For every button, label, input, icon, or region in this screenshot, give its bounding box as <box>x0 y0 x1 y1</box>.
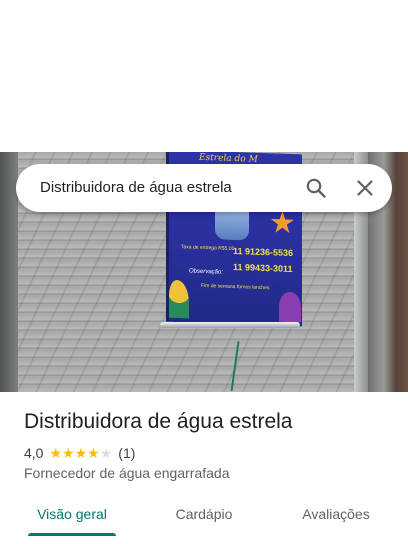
rating-value: 4,0 <box>24 445 44 461</box>
place-tabs: Visão geral Cardápio Avaliações <box>0 496 408 544</box>
map-blank-area <box>0 0 408 152</box>
place-title: Distribuidora de água estrela <box>24 410 293 433</box>
star-filled-icon: ★ <box>49 445 63 461</box>
banner-weekend-note: Fim de semana fornos lanches <box>201 282 270 292</box>
rating-count[interactable]: (1) <box>118 445 135 461</box>
banner-seaweed-decoration <box>169 279 189 319</box>
banner-observation: Observação: <box>189 268 224 276</box>
active-tab-indicator <box>28 533 116 536</box>
rating-stars: ★ ★ ★ ★ ★ <box>49 446 112 460</box>
search-icon[interactable] <box>304 176 328 200</box>
star-filled-icon: ★ <box>74 445 88 461</box>
star-filled-icon: ★ <box>62 445 75 461</box>
rating-row[interactable]: 4,0 ★ ★ ★ ★ ★ (1) <box>24 444 135 462</box>
banner-phone-2: 11 99433-3011 <box>233 261 293 275</box>
search-input[interactable]: Distribuidora de água estrela <box>40 179 232 196</box>
banner-coral-decoration <box>279 291 301 323</box>
tab-reviews[interactable]: Avaliações <box>290 496 382 536</box>
banner-hanging-bar <box>160 322 300 328</box>
place-category[interactable]: Fornecedor de água engarrafada <box>24 465 229 481</box>
star-filled-icon: ★ <box>87 445 100 461</box>
close-icon[interactable] <box>353 176 377 200</box>
star-empty-icon: ★ <box>99 445 113 461</box>
search-bar[interactable]: Distribuidora de água estrela <box>16 164 392 212</box>
tab-menu[interactable]: Cardápio <box>156 496 252 536</box>
banner-phone-1: 11 91236-5536 <box>233 245 294 259</box>
tab-overview[interactable]: Visão geral <box>28 496 116 536</box>
banner-delivery-fee: Taxa de entrega R$5,00 <box>181 244 235 253</box>
